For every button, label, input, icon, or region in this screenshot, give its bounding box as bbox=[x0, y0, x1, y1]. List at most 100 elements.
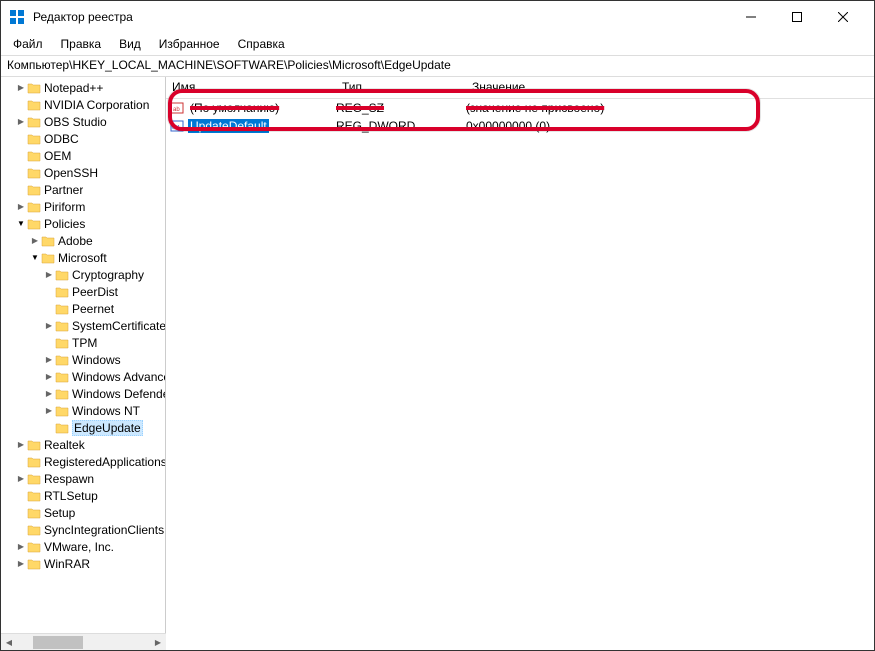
tree-panel[interactable]: ▶Notepad++NVIDIA Corporation▶OBS StudioO… bbox=[1, 77, 166, 650]
folder-icon bbox=[55, 422, 69, 434]
tree-item[interactable]: ▶SystemCertificates bbox=[1, 317, 165, 334]
scroll-right-icon[interactable]: ▶ bbox=[150, 634, 166, 651]
titlebar[interactable]: Редактор реестра bbox=[1, 1, 874, 33]
column-header-value[interactable]: Значение bbox=[466, 77, 874, 98]
tree-horizontal-scrollbar[interactable]: ◀ ▶ bbox=[1, 633, 166, 650]
tree-item[interactable]: ▼Microsoft bbox=[1, 249, 165, 266]
tree-item-label: OBS Studio bbox=[44, 115, 107, 129]
tree-item[interactable]: ▶Windows Defender bbox=[1, 385, 165, 402]
tree-item-label: Partner bbox=[44, 183, 83, 197]
tree-item[interactable]: ▼Policies bbox=[1, 215, 165, 232]
cell-name: ab (По умолчанию) bbox=[170, 101, 336, 115]
tree-item[interactable]: ▶Piriform bbox=[1, 198, 165, 215]
address-bar[interactable]: Компьютер\HKEY_LOCAL_MACHINE\SOFTWARE\Po… bbox=[1, 55, 874, 77]
tree-item[interactable]: RegisteredApplications bbox=[1, 453, 165, 470]
list-panel[interactable]: Имя Тип Значение ab(По умолчанию)REG_SZ(… bbox=[166, 77, 874, 650]
svg-text:ab: ab bbox=[173, 107, 180, 113]
folder-icon bbox=[55, 337, 69, 349]
window-controls bbox=[728, 1, 866, 33]
folder-icon bbox=[55, 286, 69, 298]
folder-icon bbox=[27, 201, 41, 213]
tree-item[interactable]: OEM bbox=[1, 147, 165, 164]
folder-icon bbox=[27, 150, 41, 162]
folder-icon bbox=[27, 167, 41, 179]
folder-icon bbox=[55, 269, 69, 281]
tree-item-label: Policies bbox=[44, 217, 85, 231]
scroll-left-icon[interactable]: ◀ bbox=[1, 634, 17, 651]
tree-item-label: WinRAR bbox=[44, 557, 90, 571]
tree-item-label: Windows NT bbox=[72, 404, 140, 418]
tree-item-label: NVIDIA Corporation bbox=[44, 98, 149, 112]
tree-item[interactable]: ▶Cryptography bbox=[1, 266, 165, 283]
registry-value-row[interactable]: ab(По умолчанию)REG_SZ(значение не присв… bbox=[166, 99, 874, 117]
value-name: UpdateDefault bbox=[188, 119, 269, 133]
tree-item[interactable]: ▶Windows bbox=[1, 351, 165, 368]
tree-item[interactable]: Peernet bbox=[1, 300, 165, 317]
app-icon bbox=[9, 9, 25, 25]
tree-item[interactable]: EdgeUpdate bbox=[1, 419, 165, 436]
column-header-type[interactable]: Тип bbox=[336, 77, 466, 98]
folder-icon bbox=[41, 252, 55, 264]
folder-icon bbox=[55, 388, 69, 400]
menu-file[interactable]: Файл bbox=[5, 35, 51, 53]
tree-item-label: RTLSetup bbox=[44, 489, 98, 503]
tree-item[interactable]: ▶Notepad++ bbox=[1, 79, 165, 96]
folder-icon bbox=[27, 490, 41, 502]
tree-item-label: Windows Advanced bbox=[72, 370, 165, 384]
tree-item-label: TPM bbox=[72, 336, 97, 350]
dword-icon: 011 bbox=[170, 119, 184, 133]
minimize-button[interactable] bbox=[728, 1, 774, 33]
tree-item[interactable]: ▶VMware, Inc. bbox=[1, 538, 165, 555]
menu-edit[interactable]: Правка bbox=[53, 35, 110, 53]
tree-item[interactable]: ▶Realtek bbox=[1, 436, 165, 453]
tree-item[interactable]: TPM bbox=[1, 334, 165, 351]
folder-icon bbox=[27, 116, 41, 128]
cell-type: REG_DWORD bbox=[336, 119, 466, 133]
tree-item-label: Realtek bbox=[44, 438, 85, 452]
registry-value-row[interactable]: 011 UpdateDefault REG_DWORD0x00000000 (0) bbox=[166, 117, 874, 135]
folder-icon bbox=[27, 133, 41, 145]
tree-item-label: EdgeUpdate bbox=[72, 420, 143, 436]
folder-icon bbox=[55, 303, 69, 315]
tree-item-label: SyncIntegrationClients bbox=[44, 523, 164, 537]
menu-help[interactable]: Справка bbox=[230, 35, 293, 53]
tree-item-label: VMware, Inc. bbox=[44, 540, 114, 554]
tree-item-label: SystemCertificates bbox=[72, 319, 165, 333]
folder-icon bbox=[55, 354, 69, 366]
tree-item[interactable]: PeerDist bbox=[1, 283, 165, 300]
folder-icon bbox=[27, 524, 41, 536]
folder-icon bbox=[27, 99, 41, 111]
tree-item[interactable]: ▶Windows Advanced bbox=[1, 368, 165, 385]
tree-item[interactable]: ▶Windows NT bbox=[1, 402, 165, 419]
value-name: (По умолчанию) bbox=[188, 101, 281, 115]
tree-item[interactable]: Setup bbox=[1, 504, 165, 521]
folder-icon bbox=[27, 541, 41, 553]
tree-item[interactable]: ▶OBS Studio bbox=[1, 113, 165, 130]
tree-item[interactable]: Partner bbox=[1, 181, 165, 198]
tree-item-label: Piriform bbox=[44, 200, 85, 214]
tree-item[interactable]: ▶WinRAR bbox=[1, 555, 165, 572]
tree-item[interactable]: NVIDIA Corporation bbox=[1, 96, 165, 113]
folder-icon bbox=[55, 405, 69, 417]
column-header-name[interactable]: Имя bbox=[166, 77, 336, 98]
tree-item[interactable]: SyncIntegrationClients bbox=[1, 521, 165, 538]
tree-item[interactable]: RTLSetup bbox=[1, 487, 165, 504]
tree-item-label: ODBC bbox=[44, 132, 79, 146]
list-header: Имя Тип Значение bbox=[166, 77, 874, 99]
tree-item-label: RegisteredApplications bbox=[44, 455, 165, 469]
tree-item[interactable]: ODBC bbox=[1, 130, 165, 147]
cell-value: 0x00000000 (0) bbox=[466, 119, 874, 133]
tree-item[interactable]: OpenSSH bbox=[1, 164, 165, 181]
menu-view[interactable]: Вид bbox=[111, 35, 149, 53]
tree-item-label: PeerDist bbox=[72, 285, 118, 299]
menu-favorites[interactable]: Избранное bbox=[151, 35, 228, 53]
maximize-button[interactable] bbox=[774, 1, 820, 33]
folder-icon bbox=[27, 82, 41, 94]
close-button[interactable] bbox=[820, 1, 866, 33]
tree-item-label: Adobe bbox=[58, 234, 93, 248]
scrollbar-thumb[interactable] bbox=[33, 636, 83, 649]
string-icon: ab bbox=[170, 101, 184, 115]
tree-item[interactable]: ▶Respawn bbox=[1, 470, 165, 487]
tree-item[interactable]: ▶Adobe bbox=[1, 232, 165, 249]
menubar: Файл Правка Вид Избранное Справка bbox=[1, 33, 874, 55]
